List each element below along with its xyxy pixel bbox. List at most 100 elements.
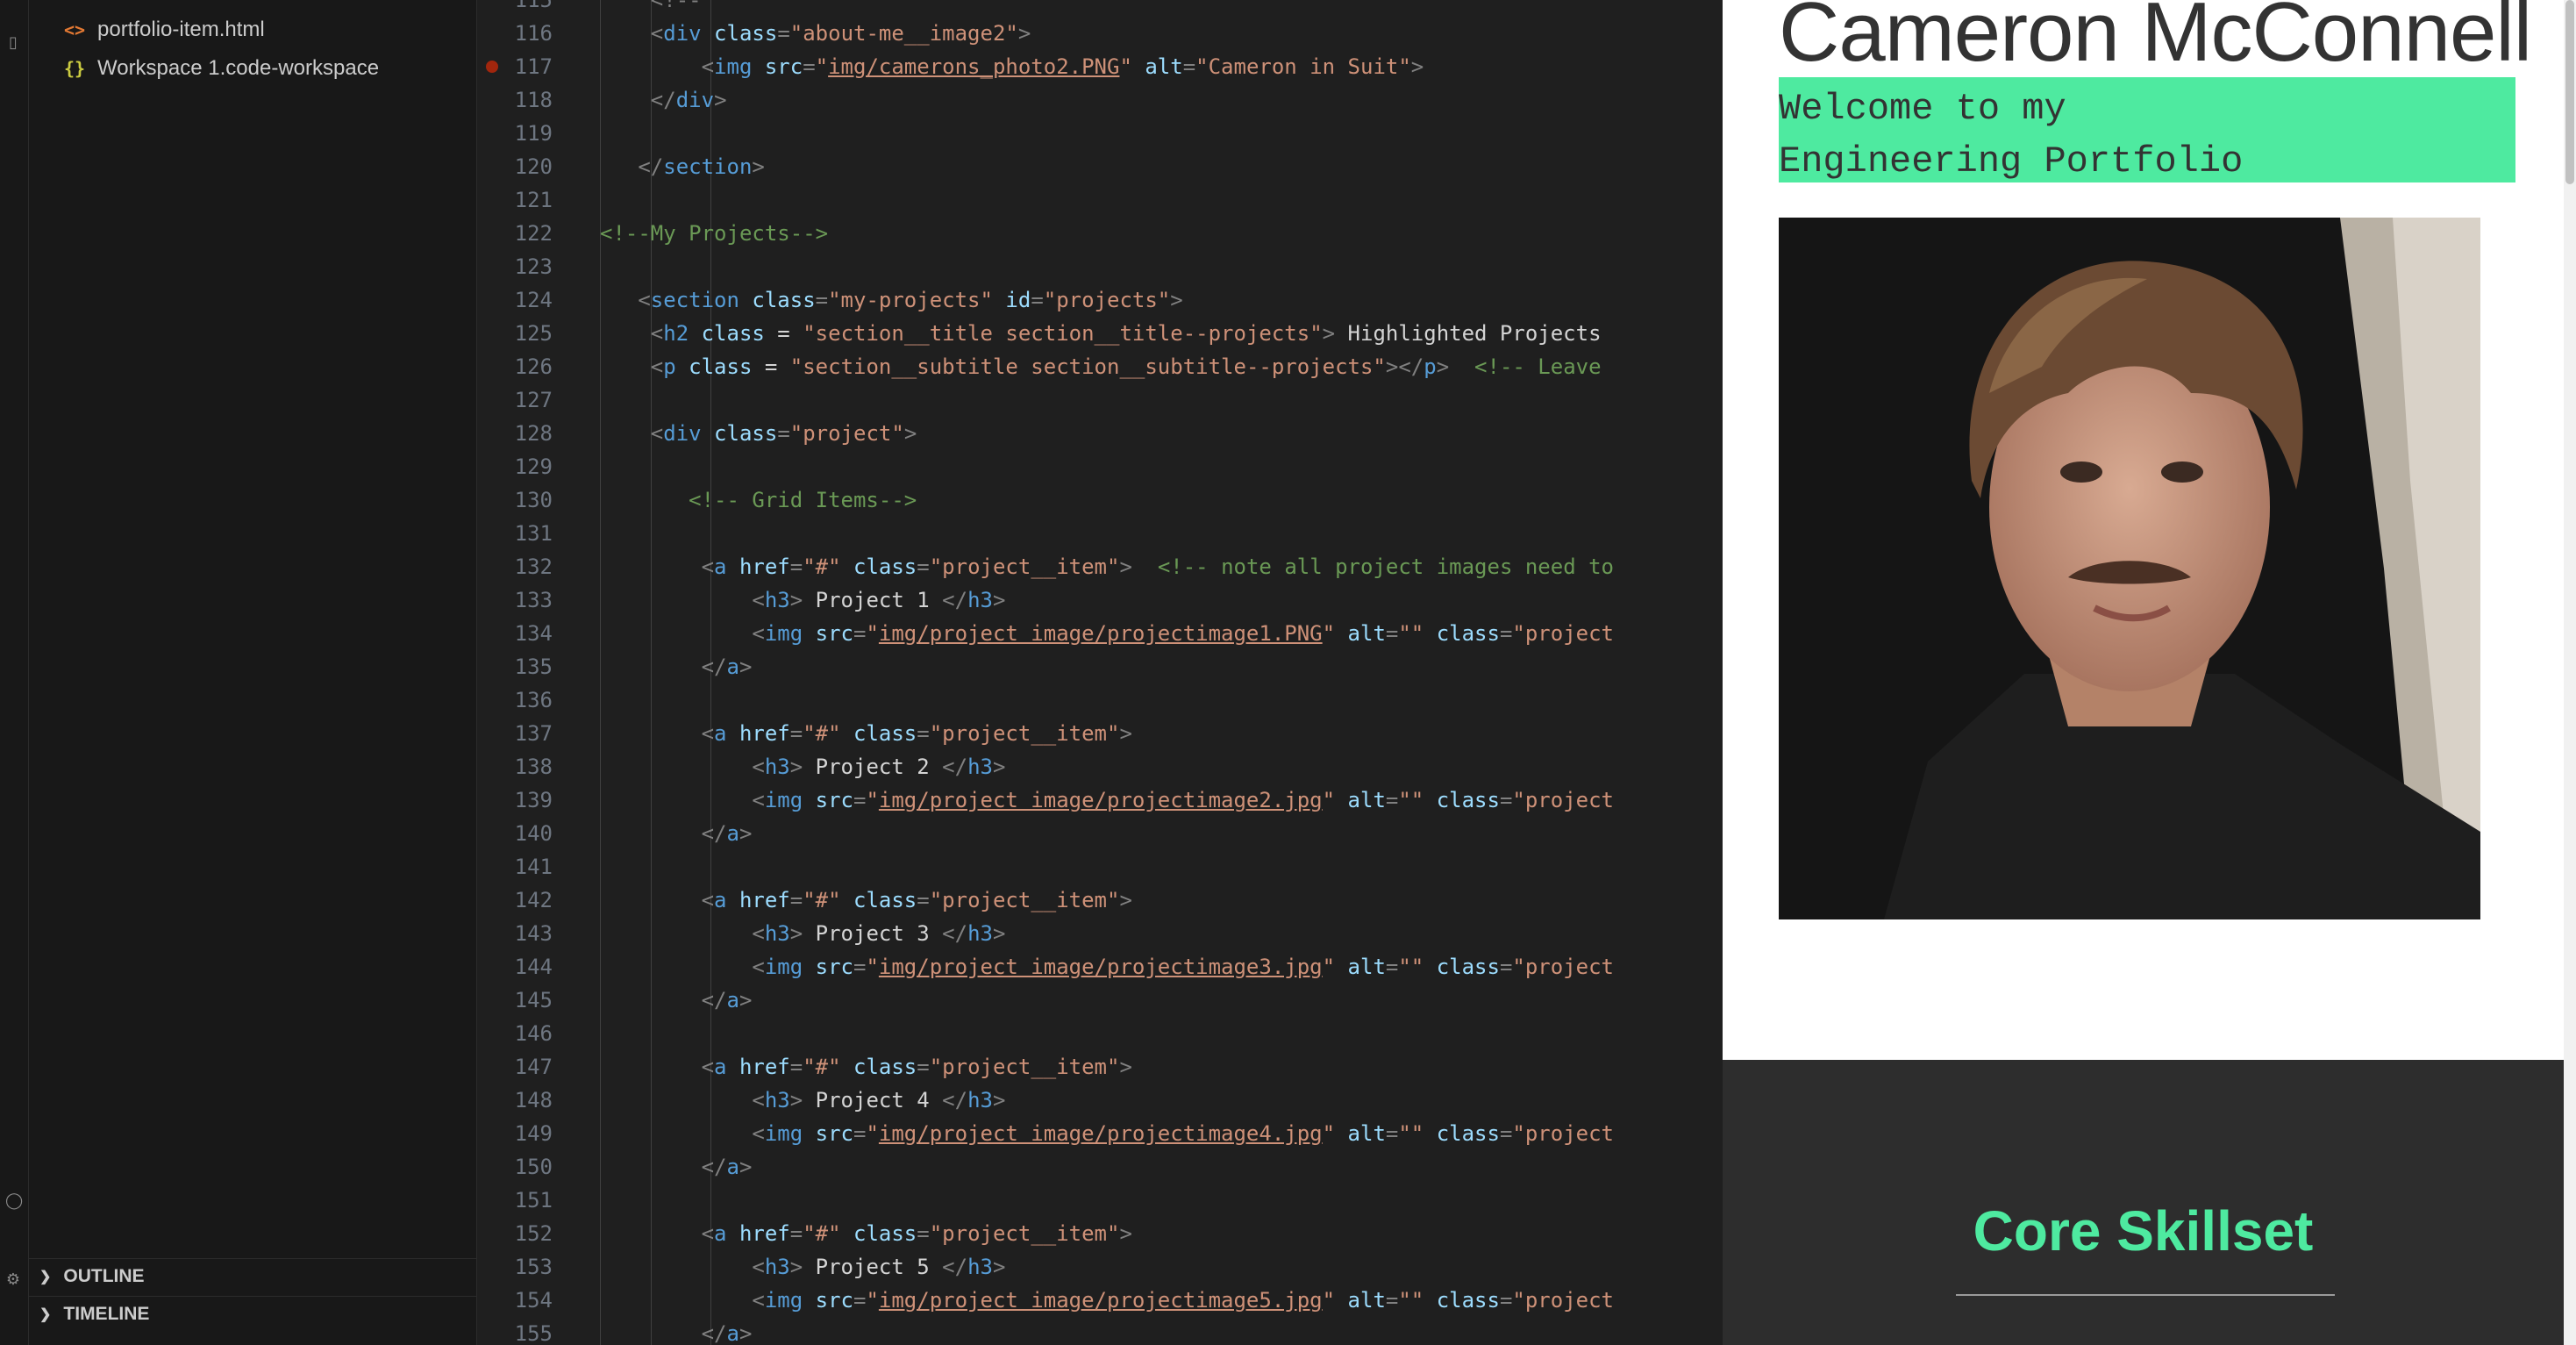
code-token: "project": [789, 421, 904, 446]
file-item-portfolio-item[interactable]: <> portfolio-item.html: [64, 12, 265, 47]
code-editor[interactable]: 115 116 117 118 119 120 121 122 123 124 125 126 127 1…: [477, 0, 1723, 1345]
code-line[interactable]: <a href="#" class="project__item">: [600, 717, 1132, 750]
code-area[interactable]: <!-- <div class="about-me__image2"> <img…: [600, 0, 1723, 1345]
code-token: >: [1322, 321, 1336, 346]
code-line[interactable]: </a>: [600, 984, 753, 1017]
code-token: class: [840, 554, 917, 579]
code-line[interactable]: </a>: [600, 1150, 753, 1184]
code-token: a: [726, 821, 739, 846]
code-token: alt: [1335, 621, 1386, 646]
code-token: >: [789, 755, 803, 779]
code-line[interactable]: <a href="#" class="project__item"> <!-- …: [600, 550, 1614, 583]
code-token: class: [1424, 621, 1500, 646]
code-token: src: [803, 955, 853, 979]
code-token: </: [942, 755, 968, 779]
code-token: "Cameron in Suit": [1195, 54, 1411, 79]
skills-divider: [1956, 1294, 2335, 1296]
code-token: "project: [1512, 788, 1614, 812]
code-line[interactable]: <h3> Project 3 </h3>: [600, 917, 1005, 950]
breakpoint-icon[interactable]: [486, 61, 498, 73]
code-token: =: [917, 721, 930, 746]
code-token: =: [789, 1221, 803, 1246]
code-line[interactable]: <div class="about-me__image2">: [600, 17, 1031, 50]
line-number: 149: [514, 1121, 553, 1146]
code-token: >: [739, 655, 753, 679]
explorer-icon[interactable]: ▯: [5, 35, 21, 51]
code-line[interactable]: <a href="#" class="project__item">: [600, 1217, 1132, 1250]
activity-bar: ▯ ◯ ⚙: [0, 0, 29, 1345]
account-icon[interactable]: ◯: [5, 1193, 23, 1209]
code-line[interactable]: <h2 class = "section__title section__tit…: [600, 317, 1602, 350]
code-token: p: [1424, 354, 1437, 379]
code-line[interactable]: <img src="img/project image/projectimage…: [600, 783, 1614, 817]
code-line[interactable]: <h3> Project 1 </h3>: [600, 583, 1005, 617]
code-line[interactable]: <h3> Project 4 </h3>: [600, 1084, 1005, 1117]
code-line[interactable]: </a>: [600, 1317, 753, 1345]
code-line[interactable]: <img src="img/camerons_photo2.PNG" alt="…: [600, 50, 1424, 83]
code-token: ></: [1385, 354, 1424, 379]
code-token: ": [1322, 1121, 1336, 1146]
code-line[interactable]: </a>: [600, 650, 753, 683]
code-token: class: [689, 321, 765, 346]
file-item-workspace[interactable]: {} Workspace 1.code-workspace: [64, 51, 379, 86]
code-token: >: [739, 1155, 753, 1179]
code-token: =: [1499, 955, 1513, 979]
code-line[interactable]: </a>: [600, 817, 753, 850]
tagline-text: Welcome to my Engineering Portfolio: [1779, 88, 2244, 182]
outline-panel-header[interactable]: ❯ OUTLINE: [29, 1258, 476, 1293]
code-token: "project: [1512, 621, 1614, 646]
code-token: a: [714, 1221, 727, 1246]
code-token: img/project image/projectimage1.PNG: [878, 621, 1323, 646]
code-line[interactable]: <img src="img/project image/projectimage…: [600, 1284, 1614, 1317]
code-line[interactable]: <img src="img/project image/projectimage…: [600, 950, 1614, 984]
code-token: src: [803, 621, 853, 646]
code-token: >: [1119, 554, 1132, 579]
code-token: img/project image/projectimage2.jpg: [878, 788, 1323, 812]
code-token: >: [789, 921, 803, 946]
code-token: =: [1031, 288, 1044, 312]
code-token: =: [917, 888, 930, 912]
code-line[interactable]: <h3> Project 5 </h3>: [600, 1250, 1005, 1284]
code-line[interactable]: <a href="#" class="project__item">: [600, 884, 1132, 917]
code-line[interactable]: <img src="img/project image/projectimage…: [600, 1117, 1614, 1150]
code-token: src: [803, 1121, 853, 1146]
preview-scrollbar-thumb[interactable]: [2565, 0, 2574, 184]
code-token: "": [1398, 1121, 1424, 1146]
line-number: 153: [514, 1255, 553, 1279]
code-token: <!-- note all project images need to: [1131, 554, 1614, 579]
code-token: >: [1170, 288, 1183, 312]
code-token: </: [942, 588, 968, 612]
line-number: 122: [514, 221, 553, 246]
code-token: div: [663, 21, 702, 46]
preview-scrollbar[interactable]: [2564, 0, 2576, 1345]
code-token: src: [803, 788, 853, 812]
code-token: href: [726, 554, 790, 579]
code-token: ": [1322, 955, 1336, 979]
code-token: <: [600, 755, 765, 779]
code-line[interactable]: <img src="img/project image/projectimage…: [600, 617, 1614, 650]
code-token: >: [992, 921, 1006, 946]
code-token: <: [600, 921, 765, 946]
line-number: 150: [514, 1155, 553, 1179]
line-number: 120: [514, 154, 553, 179]
code-line[interactable]: <!--: [600, 0, 714, 17]
code-token: "projects": [1043, 288, 1171, 312]
timeline-panel-header[interactable]: ❯ TIMELINE: [29, 1296, 476, 1331]
code-line[interactable]: </section>: [600, 150, 765, 183]
code-line[interactable]: <!-- Grid Items-->: [600, 483, 917, 517]
code-token: =: [853, 1121, 867, 1146]
code-line[interactable]: <div class="project">: [600, 417, 917, 450]
json-file-icon: {}: [64, 58, 86, 79]
code-line[interactable]: <p class = "section__subtitle section__s…: [600, 350, 1602, 383]
code-token: p: [663, 354, 676, 379]
code-line[interactable]: <a href="#" class="project__item">: [600, 1050, 1132, 1084]
manage-gear-icon[interactable]: ⚙: [5, 1272, 21, 1288]
code-token: ": [1322, 621, 1336, 646]
code-line[interactable]: <h3> Project 2 </h3>: [600, 750, 1005, 783]
code-line[interactable]: <!--My Projects-->: [600, 217, 828, 250]
code-token: class: [739, 288, 816, 312]
code-token: <: [600, 54, 715, 79]
line-number: 134: [514, 621, 553, 646]
code-line[interactable]: </div>: [600, 83, 727, 117]
code-line[interactable]: <section class="my-projects" id="project…: [600, 283, 1183, 317]
